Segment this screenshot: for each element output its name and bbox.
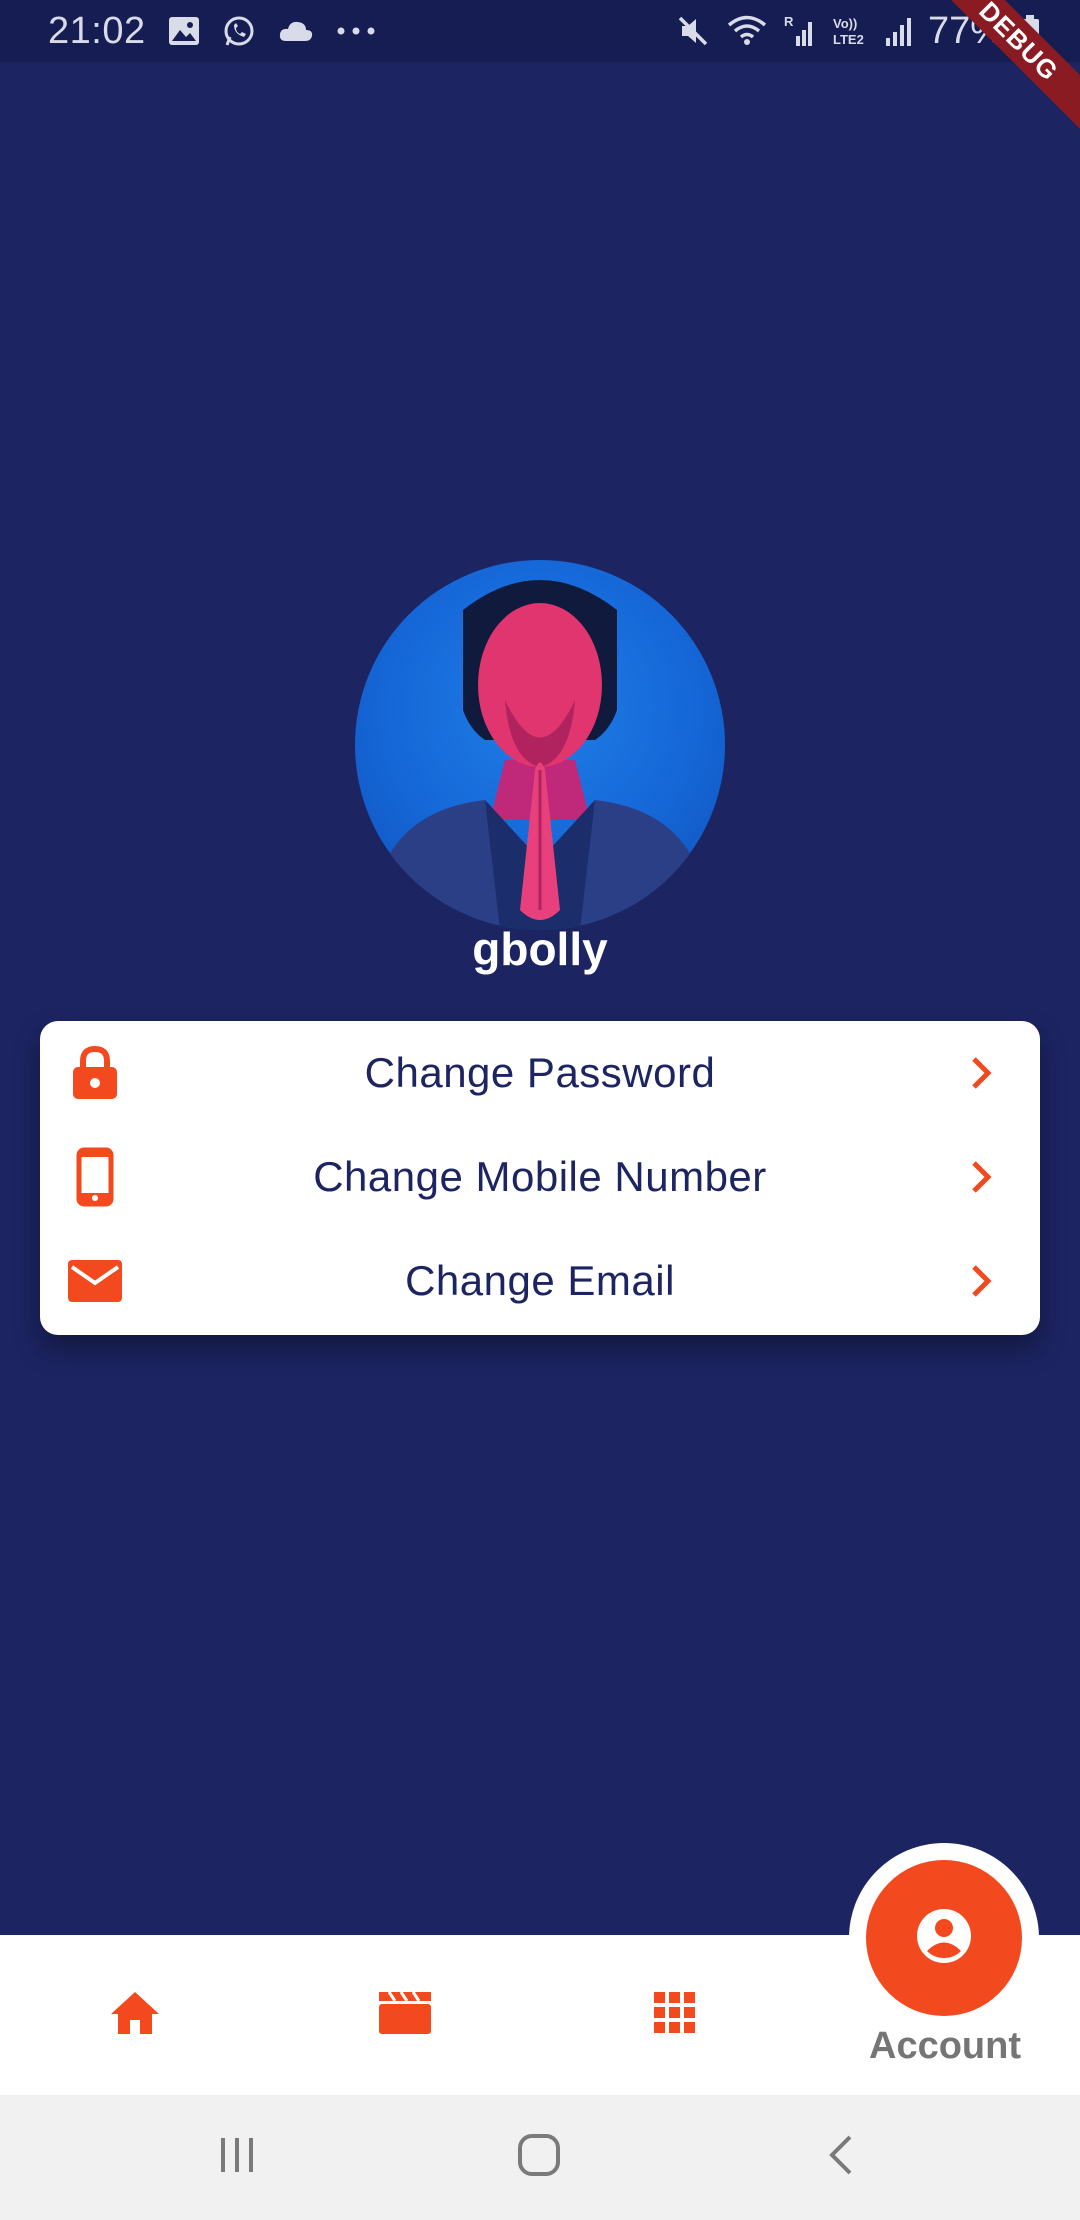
avatar[interactable] [355, 560, 725, 930]
wifi-icon [726, 14, 768, 48]
signal-icon: R [784, 14, 816, 48]
chevron-right-icon [962, 1261, 1002, 1301]
grid-icon [652, 1990, 698, 2041]
signal-icon [885, 14, 912, 48]
image-icon [168, 16, 200, 46]
profile-photo [375, 580, 705, 930]
change-email-label: Change Email [405, 1257, 675, 1304]
cloud-icon [278, 19, 314, 43]
nav-apps[interactable] [595, 1935, 755, 2095]
recent-apps-icon [217, 2135, 257, 2180]
change-email-row[interactable]: Change Email [40, 1229, 1040, 1333]
nav-account-label[interactable]: Account [840, 2025, 1050, 2068]
volte-icon: Vo)) LTE2 [832, 14, 870, 48]
change-mobile-row[interactable]: Change Mobile Number [40, 1125, 1040, 1229]
change-password-label: Change Password [364, 1049, 716, 1096]
status-time: 21:02 [48, 9, 146, 52]
nav-account-button[interactable] [866, 1860, 1022, 2016]
settings-card: Change Password Change Mobile Number Cha… [40, 1021, 1040, 1335]
home-system-button[interactable] [479, 2095, 599, 2220]
home-system-icon [517, 2133, 561, 2182]
account-icon [914, 1906, 974, 1971]
chevron-right-icon [962, 1053, 1002, 1093]
svg-text:Vo)): Vo)) [833, 16, 857, 31]
mute-icon [676, 14, 710, 48]
change-password-row[interactable]: Change Password [40, 1021, 1040, 1125]
nav-movies[interactable] [325, 1935, 485, 2095]
change-mobile-label: Change Mobile Number [313, 1153, 767, 1200]
whatsapp-icon [222, 14, 256, 48]
status-bar: 21:02 R Vo)) LTE2 77% [0, 0, 1080, 62]
chevron-right-icon [962, 1157, 1002, 1197]
back-icon [826, 2133, 856, 2182]
back-button[interactable] [781, 2095, 901, 2220]
username: gbolly [472, 923, 608, 975]
clapperboard-icon [377, 1990, 433, 2041]
nav-home[interactable] [55, 1935, 215, 2095]
svg-text:R: R [784, 14, 794, 29]
system-nav-bar [0, 2095, 1080, 2220]
svg-text:LTE2: LTE2 [833, 32, 864, 47]
home-icon [109, 1990, 161, 2041]
recent-apps-button[interactable] [177, 2095, 297, 2220]
more-dots-icon [336, 26, 376, 36]
